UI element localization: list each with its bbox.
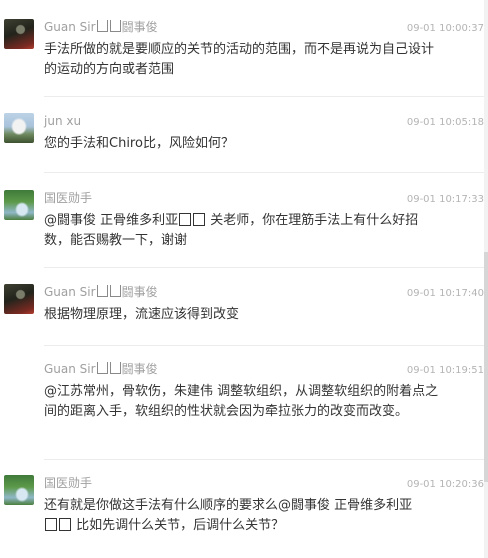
missing-glyph-box bbox=[109, 362, 121, 374]
comment-text: @江苏常州，骨软伤，朱建伟 调整软组织，从调整软组织的附着点之间的距离入手，软组… bbox=[44, 384, 439, 419]
comment-time: 09-01 10:00:37 bbox=[406, 23, 484, 34]
avatar[interactable] bbox=[4, 113, 34, 143]
avatar[interactable] bbox=[4, 190, 34, 220]
avatar[interactable] bbox=[4, 284, 34, 314]
missing-glyph-box bbox=[96, 285, 108, 297]
comment-author[interactable]: 国医勋手 bbox=[44, 475, 92, 491]
comment-time: 09-01 10:19:51 bbox=[406, 365, 484, 376]
comment-author[interactable]: jun xu bbox=[44, 113, 81, 129]
missing-glyph-box bbox=[45, 518, 57, 531]
comment-text: 您的手法和Chiro比，风险如何？ bbox=[44, 136, 234, 151]
comment-author[interactable]: Guan Sir 闘事俊 bbox=[44, 361, 158, 377]
comment-time: 09-01 10:17:33 bbox=[406, 194, 484, 205]
comment-time: 09-01 10:17:40 bbox=[406, 288, 484, 299]
comment-text: 根据物理原理，流速应该得到改变 bbox=[44, 307, 240, 322]
avatar[interactable] bbox=[4, 19, 34, 49]
scrollbar[interactable] bbox=[484, 0, 488, 558]
divider bbox=[44, 267, 484, 268]
divider bbox=[44, 96, 484, 97]
missing-glyph-box bbox=[193, 213, 206, 226]
missing-glyph-box bbox=[59, 518, 71, 531]
comment-author[interactable]: Guan Sir 闘事俊 bbox=[44, 284, 158, 300]
missing-glyph-box bbox=[109, 285, 121, 297]
missing-glyph-box bbox=[179, 213, 192, 226]
avatar[interactable] bbox=[4, 475, 34, 505]
divider bbox=[44, 172, 484, 173]
divider bbox=[44, 459, 484, 460]
comment-author[interactable]: Guan Sir 闘事俊 bbox=[44, 19, 158, 35]
missing-glyph-box bbox=[109, 20, 121, 32]
comment-text: 还有就是你做这手法有什么顺序的要求么@闘事俊 正骨维多利亚 比如先调什么关节，后… bbox=[44, 498, 413, 533]
missing-glyph-box bbox=[96, 362, 108, 374]
divider bbox=[44, 345, 484, 346]
comment-author[interactable]: 国医勋手 bbox=[44, 190, 92, 206]
scrollbar-thumb[interactable] bbox=[484, 252, 488, 482]
comment-text: @闘事俊 正骨维多利亚 关老师，你在理筋手法上有什么好招数，能否赐教一下，谢谢 bbox=[44, 213, 419, 248]
comment-feed: Guan Sir 闘事俊 09-01 10:00:37 手法所做的就是要顺应的关节… bbox=[0, 0, 484, 558]
comment-text: 手法所做的就是要顺应的关节的活动的范围，而不是再说为自己设计的运动的方向或者范围 bbox=[44, 42, 435, 77]
comment-time: 09-01 10:20:36 bbox=[406, 479, 484, 490]
comment-time: 09-01 10:05:18 bbox=[406, 117, 484, 128]
missing-glyph-box bbox=[96, 20, 108, 32]
